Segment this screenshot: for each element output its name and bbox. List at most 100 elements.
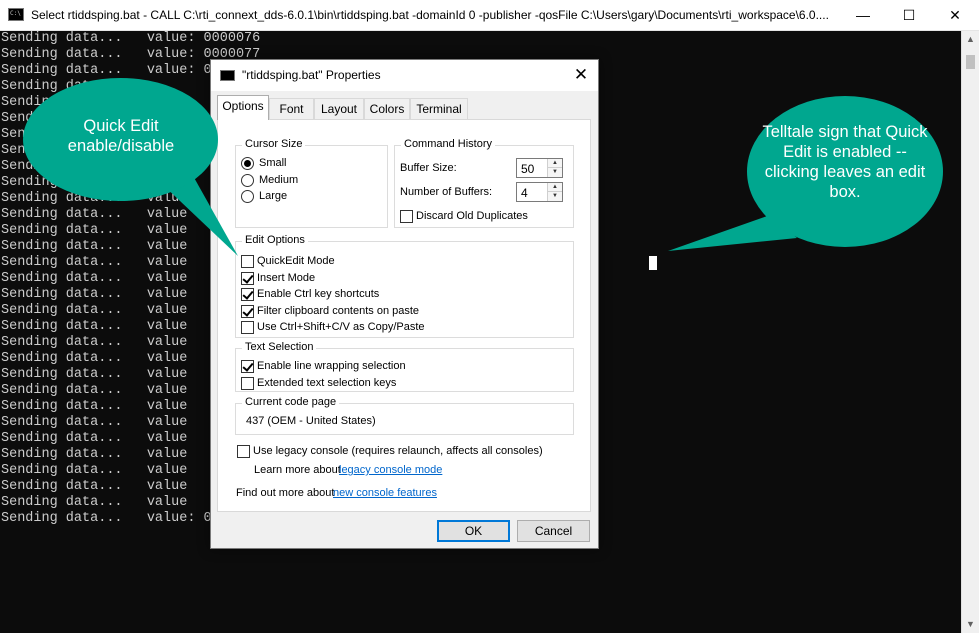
radio-large[interactable] [241,190,254,203]
radio-small-label: Small [259,157,287,169]
scroll-up-arrow-icon[interactable]: ▲ [962,31,979,48]
console-line: Sending data... value [1,463,188,478]
num-buffers-spin-buttons: ▲ ▼ [547,183,562,201]
console-app-icon [8,8,24,21]
console-line: Sending data... value [1,431,188,446]
maximize-button[interactable]: ☐ [886,0,932,31]
tab-font[interactable]: Font [269,98,314,119]
console-line: Sending data... value [1,367,188,382]
tab-terminal[interactable]: Terminal [410,98,468,119]
text-selection-group: Text Selection Enable line wrapping sele… [235,341,574,392]
tab-layout[interactable]: Layout [314,98,364,119]
option-checkbox[interactable] [241,304,254,318]
find-out-more-text: Find out more about [236,487,335,499]
cancel-button[interactable]: Cancel [517,520,590,542]
console-line: Sending data... value [1,351,188,366]
option-label: Enable Ctrl key shortcuts [257,288,380,300]
console-app-icon [220,70,235,81]
code-page-value: 437 (OEM - United States) [246,415,376,427]
new-console-features-link[interactable]: new console features [333,487,437,499]
buffer-size-value: 50 [521,162,535,176]
console-line: Sending data... value [1,383,188,398]
telltale-callout: Telltale sign that Quick Edit is enabled… [747,96,943,247]
option-checkbox[interactable] [241,288,254,301]
cursor-size-group: Cursor Size Small Medium Large [235,138,388,228]
close-button[interactable]: ✕ [932,0,978,31]
option-checkbox[interactable] [241,321,254,334]
console-line: Sending data... value [1,447,188,462]
num-buffers-stepper[interactable]: 4 ▲ ▼ [516,182,563,202]
console-line: Sending data... value: 0 [1,63,212,78]
option-label: Use Ctrl+Shift+C/V as Copy/Paste [257,321,425,333]
scrollbar-thumb[interactable] [966,55,975,69]
num-buffers-value: 4 [521,186,528,200]
learn-more-text: Learn more about [254,464,341,476]
dialog-titlebar[interactable]: "rtiddsping.bat" Properties ✕ [211,60,598,91]
legacy-console-link[interactable]: legacy console mode [339,464,442,476]
legacy-console-label: Use legacy console (requires relaunch, a… [253,445,543,457]
console-line: Sending data... value: 0000076 [1,31,261,46]
option-label: Extended text selection keys [257,377,397,389]
console-line: Sending data... value [1,335,188,350]
tab-options[interactable]: Options [217,95,269,120]
console-line: Sending data... value [1,271,188,286]
discard-duplicates-label: Discard Old Duplicates [416,210,528,222]
options-tab-panel: Cursor Size Small Medium Large Command H… [217,119,591,512]
console-titlebar[interactable]: Select rtiddsping.bat - CALL C:\rti_conn… [0,0,979,31]
console-line: Sending data... value [1,415,188,430]
console-line: Sending data... value [1,303,188,318]
dialog-close-icon[interactable]: ✕ [569,64,593,86]
tab-colors[interactable]: Colors [364,98,410,119]
console-line: Sending data... value [1,207,188,222]
spin-up-icon[interactable]: ▲ [548,159,562,168]
option-checkbox[interactable] [241,377,254,390]
legacy-console-checkbox[interactable] [237,445,250,458]
console-line: Sending data... value [1,255,188,270]
cursor-size-label: Cursor Size [242,138,306,150]
option-label: Enable line wrapping selection [257,360,406,372]
buffer-size-spin-buttons: ▲ ▼ [547,159,562,177]
dialog-title: "rtiddsping.bat" Properties [242,68,381,82]
minimize-button[interactable]: — [840,0,886,31]
ok-button[interactable]: OK [437,520,510,542]
radio-medium-label: Medium [259,174,299,186]
radio-medium[interactable] [241,174,254,187]
edit-options-label: Edit Options [242,234,308,246]
properties-dialog: "rtiddsping.bat" Properties ✕ Options Fo… [210,59,599,549]
option-label: Filter clipboard contents on paste [257,304,420,317]
console-line: Sending data... value [1,495,188,510]
discard-duplicates-checkbox[interactable] [400,210,413,223]
option-label: Insert Mode [257,271,316,284]
option-checkbox[interactable] [241,360,254,373]
console-window-title: Select rtiddsping.bat - CALL C:\rti_conn… [31,8,829,22]
console-line: Sending data... value [1,399,188,414]
telltale-callout-text: Telltale sign that Quick Edit is enabled… [762,123,928,201]
quick-edit-callout: Quick Edit enable/disable [23,78,218,201]
command-history-group: Command History Buffer Size: 50 ▲ ▼ Numb… [394,138,574,228]
option-checkbox[interactable] [241,271,254,285]
edit-box-caret [649,256,657,270]
console-line: Sending data... value [1,223,188,238]
buffer-size-label: Buffer Size: [400,162,457,174]
option-label: QuickEdit Mode [257,255,335,267]
spin-up-icon[interactable]: ▲ [548,183,562,192]
edit-options-group: Edit Options QuickEdit Mode Insert Mode En… [235,234,574,338]
option-checkbox[interactable] [241,255,254,268]
code-page-group: Current code page 437 (OEM - United Stat… [235,396,574,435]
radio-small[interactable] [241,157,254,170]
console-line: Sending data... value [1,319,188,334]
console-line: Sending data... value [1,479,188,494]
buffer-size-stepper[interactable]: 50 ▲ ▼ [516,158,563,178]
code-page-label: Current code page [242,396,340,408]
spin-down-icon[interactable]: ▼ [548,168,562,177]
spin-down-icon[interactable]: ▼ [548,192,562,201]
scroll-down-arrow-icon[interactable]: ▼ [962,616,979,633]
quick-edit-callout-text: Quick Edit enable/disable [67,117,175,155]
command-history-label: Command History [401,138,496,150]
console-line: Sending data... value [1,287,188,302]
console-line: Sending data... value: 0 [1,511,212,526]
console-line: Sending data... value [1,239,188,254]
radio-large-label: Large [259,190,288,202]
num-buffers-label: Number of Buffers: [400,186,493,198]
console-scrollbar[interactable]: ▲ ▼ [961,31,979,633]
